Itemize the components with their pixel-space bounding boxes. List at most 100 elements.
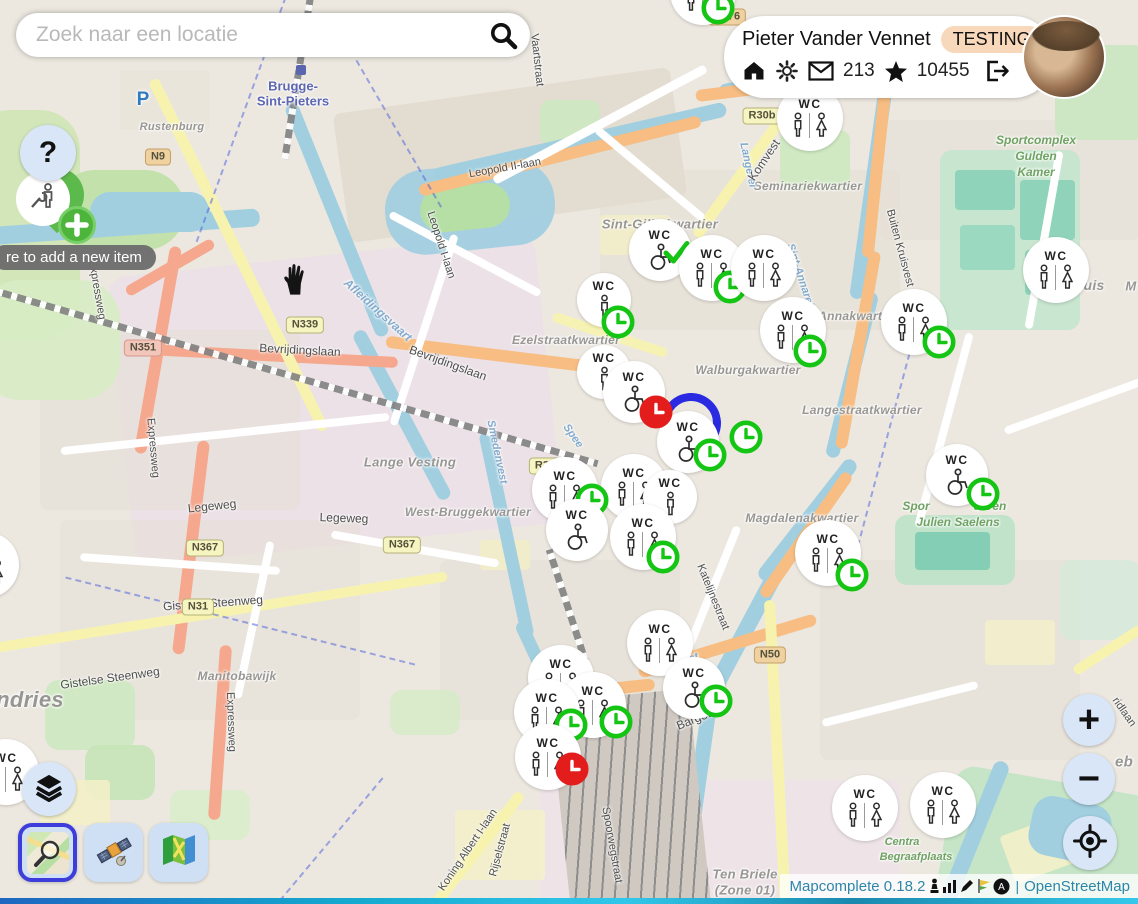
pair-toilet-icon (528, 751, 568, 777)
wc-label: WC (799, 98, 822, 111)
wheel-toilet-icon (645, 243, 676, 271)
wc-marker[interactable]: WC (881, 289, 947, 355)
wc-label: WC (582, 685, 605, 698)
satellite-icon (94, 830, 134, 875)
wc-label: WC (817, 533, 840, 546)
help-button[interactable]: ? (20, 125, 76, 181)
wc-label: WC (0, 752, 18, 765)
map-shape (296, 65, 306, 75)
pair-toilet-icon (623, 531, 663, 557)
mapcomplete-version-link[interactable]: Mapcomplete 0.18.2 (790, 878, 926, 895)
search-bar[interactable] (16, 13, 530, 57)
flag-icon (976, 878, 992, 894)
map-shape (915, 532, 990, 570)
openstreetmap-link[interactable]: OpenStreetMap (1024, 878, 1130, 895)
map-shape (1003, 373, 1138, 435)
toilet-wrench-icon (26, 180, 60, 219)
geolocate-button[interactable] (1063, 816, 1117, 870)
map-shape (279, 777, 385, 902)
wc-label: WC (782, 310, 805, 323)
wc-label: WC (554, 470, 577, 483)
wc-label: WC (536, 692, 559, 705)
layers-icon (34, 772, 64, 807)
wheel-toilet-icon (619, 385, 650, 413)
svg-text:A: A (999, 882, 1006, 893)
wc-label: WC (623, 371, 646, 384)
road-ref-badge: N31 (182, 599, 214, 616)
map-shape (90, 192, 210, 232)
wc-marker[interactable]: WC (546, 499, 608, 561)
attribution-icons[interactable]: A (928, 878, 1010, 895)
wc-label: WC (932, 785, 955, 798)
wc-label: WC (753, 248, 776, 261)
attribution-separator: | (1015, 878, 1019, 894)
road-ref-badge: N367 (383, 537, 421, 554)
road-ref-badge: N367 (186, 540, 224, 557)
wheel-toilet-icon (562, 523, 593, 551)
wc-marker[interactable]: WC (795, 520, 861, 586)
zoom-out-button[interactable]: − (1063, 753, 1115, 805)
wc-label: WC (537, 737, 560, 750)
wheel-toilet-icon (679, 681, 710, 709)
map-shape (1060, 560, 1138, 640)
map-shape (955, 170, 1015, 210)
map-label: Walburgakwartier (695, 363, 800, 377)
wc-marker[interactable]: WC (760, 297, 826, 363)
wheel-toilet-icon (942, 468, 973, 496)
zoom-in-button[interactable]: + (1063, 694, 1115, 746)
wc-label: WC (593, 352, 616, 365)
pair-toilet-icon (0, 559, 6, 585)
pair-toilet-icon (1036, 264, 1076, 290)
add-item-tooltip: re to add a new item (0, 245, 156, 270)
user-panel[interactable]: Pieter Vander Vennet TESTING 213 10455 (724, 16, 1054, 98)
wc-marker[interactable]: WC (657, 411, 719, 473)
map-canvas[interactable]: Brugge-Sint-PietersPRustenburgSint-Gilli… (0, 0, 1138, 904)
wc-marker[interactable]: WC (731, 235, 797, 301)
base-layer-map[interactable] (149, 823, 208, 882)
avatar[interactable] (1022, 15, 1106, 99)
search-input[interactable] (34, 22, 488, 48)
wc-marker[interactable]: WC (663, 657, 725, 719)
messages-icon[interactable] (808, 61, 834, 81)
messages-count: 213 (843, 60, 875, 82)
home-icon[interactable] (742, 59, 766, 83)
crosshair-icon (1072, 823, 1108, 864)
road-ref-badge: N50 (754, 647, 786, 664)
pair-toilet-icon (692, 262, 732, 288)
wc-label: WC (946, 454, 969, 467)
star-icon[interactable] (884, 60, 908, 83)
folded-map-icon (159, 830, 199, 875)
stars-count: 10455 (917, 60, 970, 82)
wc-marker[interactable]: WC (926, 444, 988, 506)
attribution-bar: Mapcomplete 0.18.2 A | OpenStreetMap (780, 874, 1138, 898)
wc-label: WC (683, 667, 706, 680)
wc-marker[interactable]: WC (0, 532, 19, 598)
road-ref-badge: N9 (145, 149, 171, 166)
gear-icon[interactable] (775, 59, 799, 83)
wc-marker[interactable]: WC (603, 361, 665, 423)
layers-button[interactable] (22, 762, 76, 816)
wc-marker[interactable]: WC (910, 772, 976, 838)
add-item-plus-button[interactable] (58, 206, 96, 244)
wc-marker[interactable]: WC (610, 504, 676, 570)
wc-label: WC (659, 477, 682, 490)
base-layer-osm-carto[interactable] (18, 823, 77, 882)
road-ref-badge: N339 (286, 317, 324, 334)
pair-toilet-icon (640, 637, 680, 663)
road-ref-badge: N351 (124, 340, 162, 357)
pair-toilet-icon (808, 547, 848, 573)
base-layer-satellite[interactable] (84, 823, 143, 882)
copyright-icon: A (993, 878, 1010, 895)
wc-label: WC (677, 421, 700, 434)
search-icon[interactable] (488, 20, 518, 50)
wc-marker[interactable]: WC (832, 775, 898, 841)
wc-label: WC (1045, 250, 1068, 263)
wc-marker[interactable]: WC (515, 724, 581, 790)
wc-label: WC (623, 467, 646, 480)
wc-marker[interactable]: WC (1023, 237, 1089, 303)
road-ref-badge: R30b (743, 108, 782, 125)
logout-icon[interactable] (985, 59, 1010, 83)
pair-toilet-icon (845, 802, 885, 828)
wc-marker[interactable]: WC (577, 273, 631, 327)
wc-label: WC (566, 509, 589, 522)
